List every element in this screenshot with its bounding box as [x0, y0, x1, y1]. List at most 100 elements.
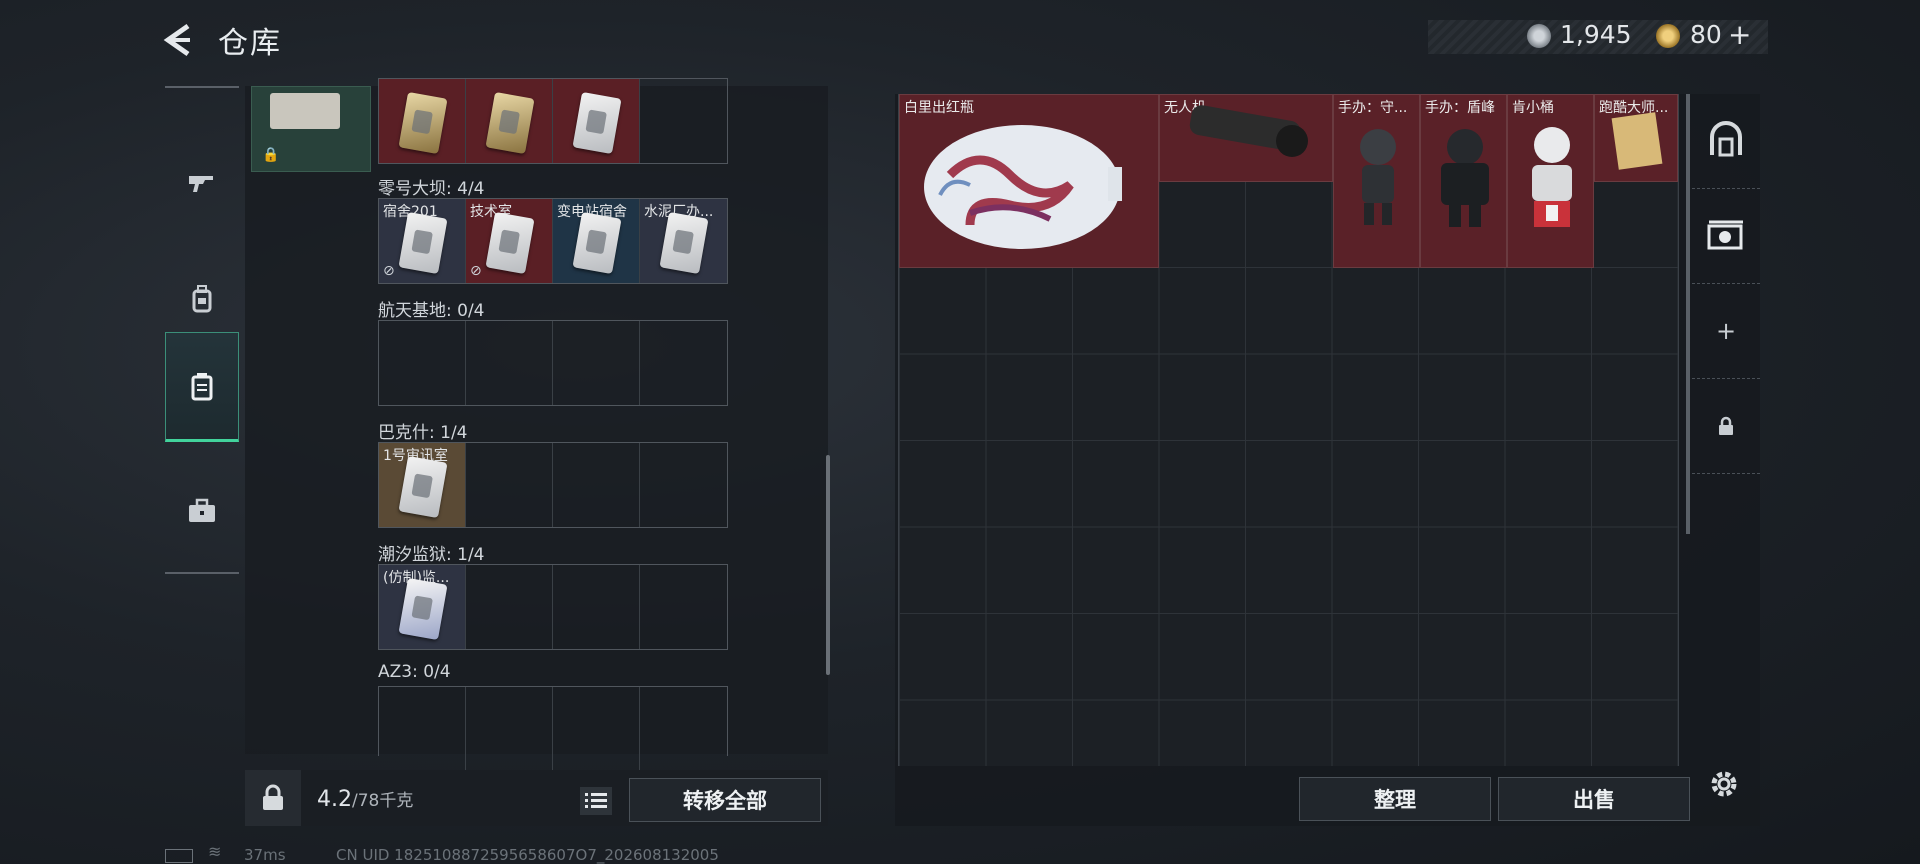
item-parkour-note[interactable]: 跑酷大师...: [1594, 94, 1678, 182]
keycard-image: [572, 211, 622, 275]
keycard-image: [572, 91, 622, 155]
sell-button[interactable]: 出售: [1498, 777, 1690, 821]
back-arrow-icon[interactable]: [160, 22, 200, 58]
vase-image: [924, 125, 1122, 249]
keycard-slot[interactable]: [553, 321, 640, 405]
keycard-slot-row: [378, 686, 728, 771]
lock-icon: [263, 784, 283, 810]
keycard-image: [659, 211, 709, 275]
lock-icon: [1719, 416, 1733, 435]
item-figure-guard[interactable]: 手办：守...: [1333, 94, 1420, 268]
keycard-image: [485, 91, 535, 155]
transfer-all-button[interactable]: 转移全部: [629, 778, 821, 822]
settings-button[interactable]: [1702, 762, 1746, 806]
keycard-slot[interactable]: 宿舍201⊘: [379, 199, 466, 283]
warehouse-grid[interactable]: 白里出红瓶 无人机 手办：守... 手办：盾峰 肯小桶 跑酷大师...: [898, 94, 1679, 766]
keycard-slot[interactable]: 变电站宿舍: [553, 199, 640, 283]
section-label: 零号大坝: 4/4: [378, 179, 485, 199]
section-label: 航天基地: 0/4: [378, 301, 485, 321]
add-currency-button[interactable]: +: [1728, 18, 1751, 51]
keycard-slot[interactable]: [466, 79, 553, 163]
not-allowed-icon: ⊘: [470, 263, 482, 279]
keycard-slot[interactable]: [640, 79, 727, 163]
keycard-slot[interactable]: 1号审讯室: [379, 443, 466, 527]
item-vase[interactable]: 白里出红瓶: [899, 94, 1159, 268]
keycard-slot[interactable]: [553, 687, 640, 771]
keycard-image: [398, 455, 448, 519]
list-icon: [585, 793, 607, 808]
keycard-slot[interactable]: [379, 321, 466, 405]
figure-dark-image: [1360, 129, 1396, 225]
battery-icon: [165, 849, 193, 863]
uid-readout: CN UID 1825108872595658607O7_20260813200…: [336, 846, 719, 864]
keycard-slot-row: [378, 320, 728, 406]
locked-storage-tab[interactable]: [1692, 379, 1760, 474]
item-figure-bucket[interactable]: 肯小桶: [1507, 94, 1594, 268]
gold-coin-icon: [1656, 24, 1680, 48]
keycard-image: [398, 211, 448, 275]
selected-keycard-case[interactable]: 🔒: [251, 86, 371, 172]
tab-keycard-case[interactable]: [165, 332, 239, 442]
keycard-slot[interactable]: [640, 443, 727, 527]
keycard-slot[interactable]: [466, 321, 553, 405]
page-title: 仓库: [218, 26, 282, 61]
stash-scrollbar[interactable]: [826, 455, 830, 675]
keycard-image: [398, 577, 448, 641]
silver-balance: 1,945: [1560, 20, 1632, 49]
keycard-slot[interactable]: (仿制)监...: [379, 565, 466, 649]
paper-image: [1611, 112, 1663, 170]
category-tabs: [165, 86, 239, 574]
keycard-slot-row: (仿制)监...: [378, 564, 728, 650]
tab-toolbox[interactable]: [165, 456, 239, 566]
keycard-slot[interactable]: [466, 565, 553, 649]
warehouse-sidebar: +: [1692, 94, 1760, 486]
keycard-slot-row: 1号审讯室: [378, 442, 728, 528]
keycard-slot[interactable]: [640, 565, 727, 649]
keycard-slot[interactable]: [379, 687, 466, 771]
keycard-image: [485, 211, 535, 275]
keycard-slot-row: [378, 78, 728, 164]
lock-icon: 🔒: [262, 147, 280, 163]
keycard-stash-panel: [245, 86, 828, 754]
gold-balance: 80: [1690, 20, 1722, 49]
ping-readout: 37ms: [244, 846, 286, 864]
keycard-slot[interactable]: [640, 687, 727, 771]
weight-value: 4.2: [317, 787, 352, 812]
keycard-slot[interactable]: [553, 565, 640, 649]
backpack-tab[interactable]: [1692, 94, 1760, 189]
lock-toggle-button[interactable]: [245, 770, 301, 826]
add-icon: +: [1715, 317, 1737, 345]
figure-white-image: [1532, 127, 1572, 227]
keycard-case-icon: [191, 373, 213, 401]
keycard-slot[interactable]: 技术室 ⊘: [466, 199, 553, 283]
gear-icon: [1711, 771, 1737, 797]
section-label: 潮汐监狱: 1/4: [378, 545, 485, 565]
sort-button[interactable]: 整理: [1299, 777, 1491, 821]
keycard-image: [398, 91, 448, 155]
keycard-slot[interactable]: [379, 79, 466, 163]
keycard-slot[interactable]: [553, 79, 640, 163]
tab-weapon[interactable]: [165, 128, 239, 238]
section-label: 巴克什: 1/4: [378, 423, 468, 443]
add-storage-button[interactable]: +: [1692, 284, 1760, 379]
section-label: AZ3: 0/4: [378, 662, 451, 682]
toolbox-icon: [189, 498, 215, 522]
keycard-slot[interactable]: 水泥厂办...: [640, 199, 727, 283]
weight-max: /78千克: [352, 791, 414, 811]
keycard-slot[interactable]: [466, 687, 553, 771]
keycard-case-tab[interactable]: [1692, 189, 1760, 284]
keycard-case-icon: [1707, 220, 1743, 250]
list-view-button[interactable]: [580, 787, 612, 815]
device-image: [270, 93, 340, 129]
wifi-icon: ≋: [208, 842, 222, 861]
not-allowed-icon: ⊘: [383, 263, 395, 279]
item-drone[interactable]: 无人机: [1159, 94, 1333, 182]
warehouse-scrollbar[interactable]: [1686, 94, 1690, 534]
keycard-slot[interactable]: [553, 443, 640, 527]
item-figure-shield[interactable]: 手办：盾峰: [1420, 94, 1507, 268]
keycard-slot[interactable]: [466, 443, 553, 527]
silver-coin-icon: [1527, 24, 1551, 48]
gun-icon: [189, 176, 213, 192]
keycard-slot[interactable]: [640, 321, 727, 405]
weight-readout: 4.2/78千克: [317, 786, 413, 812]
